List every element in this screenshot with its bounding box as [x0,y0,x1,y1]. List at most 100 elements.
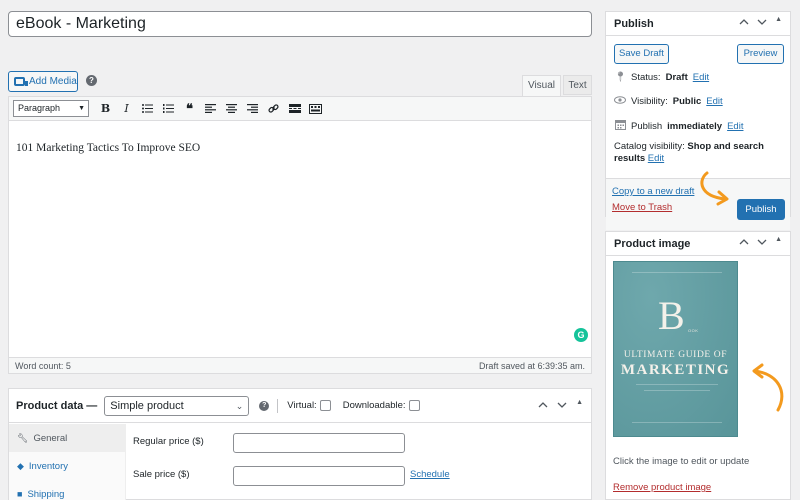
downloadable-label: Downloadable: [342,400,406,411]
status-label: Status: [631,72,661,83]
edit-status-link[interactable]: Edit [693,72,709,83]
publish-date-value: immediately [667,120,723,132]
chevron-down-icon: ⌄ [235,400,244,411]
tab-general[interactable]: 🔧︎ General [9,424,125,452]
downloadable-checkbox[interactable] [408,400,420,411]
preview-button[interactable]: Preview [737,44,784,64]
publish-box-header: Publish ▲ [606,12,790,36]
collapse-toggle-icon[interactable]: ▲ [775,16,782,27]
chevron-up-icon[interactable] [538,400,548,411]
collapse-toggle-icon[interactable]: ▲ [576,399,583,411]
calendar-icon [614,119,626,133]
draft-saved-status: Draft saved at 6:39:35 am. [478,360,585,371]
help-icon[interactable]: ? [86,75,97,86]
chevron-up-icon[interactable] [739,237,749,247]
cover-title-line1: ULTIMATE GUIDE OF [623,350,728,360]
product-data-title: Product data — [16,399,98,412]
move-to-trash-link[interactable]: Move to Trash [612,202,672,213]
help-icon[interactable]: ? [259,400,270,411]
virtual-checkbox[interactable] [319,400,331,411]
annotation-arrow-icon [700,171,729,206]
chevron-down-icon[interactable] [757,17,767,27]
add-media-button[interactable]: Add Media [8,71,78,92]
cover-small-text: OOK [688,328,699,333]
tab-text[interactable]: Text [563,75,592,95]
chevron-down-icon[interactable] [757,237,767,247]
status-row: 📍︎ Status: Draft Edit [614,72,709,83]
save-draft-button[interactable]: Save Draft [614,44,669,64]
bold-icon[interactable]: B [95,100,116,118]
chevron-up-icon[interactable] [739,17,749,27]
product-type-value: Simple product [110,399,184,412]
add-media-label: Add Media [29,76,77,87]
blockquote-icon[interactable]: ❝ [179,100,200,118]
wrench-icon: 🔧︎ [17,432,29,443]
publish-button[interactable]: Publish [737,199,785,220]
publish-box-title: Publish [614,17,654,30]
product-data-header: Product data — Simple product ⌄ ? Virtua… [9,389,591,423]
tab-shipping[interactable]: ■ Shipping [9,480,125,500]
edit-catalog-visibility-link[interactable]: Edit [648,153,664,164]
link-icon[interactable] [263,100,284,118]
cover-letter: B [658,293,685,338]
align-center-icon[interactable] [221,100,242,118]
virtual-label: Virtual: [287,400,317,411]
format-select-value: Paragraph [18,103,61,113]
tab-inventory[interactable]: ◆ Inventory [9,452,125,480]
sale-price-label: Sale price ($) [133,469,190,480]
product-image-title: Product image [614,237,691,250]
bullet-list-icon[interactable] [137,100,158,118]
product-type-select[interactable]: Simple product ⌄ [104,395,250,416]
cover-title-line2: MARKETING [620,362,731,378]
inventory-icon: ◆ [17,460,24,471]
product-data-panel: Product data — Simple product ⌄ ? Virtua… [8,388,592,500]
editor-toolbar: Paragraph ▼ B I ❝ [9,97,591,121]
regular-price-label: Regular price ($) [133,436,204,447]
italic-icon[interactable]: I [116,100,137,118]
editor-status-bar: Word count: 5 Draft saved at 6:39:35 am. [9,357,591,373]
product-data-tabs: 🔧︎ General ◆ Inventory ■ Shipping [9,424,126,500]
visibility-value: Public [672,96,702,107]
truck-icon: ■ [17,489,23,499]
content-editor: Paragraph ▼ B I ❝ 101 Marketing Tactics … [8,96,592,374]
pin-icon: 📍︎ [614,72,627,83]
media-icon [14,77,28,86]
tab-visual[interactable]: Visual [522,75,561,96]
eye-icon [614,96,626,107]
catalog-visibility-label: Catalog visibility: [614,141,685,152]
tab-shipping-label: Shipping [27,488,65,500]
collapse-toggle-icon[interactable]: ▲ [775,236,782,247]
word-count: Word count: 5 [15,360,71,371]
regular-price-input[interactable] [233,433,405,453]
tab-inventory-label: Inventory [28,460,68,472]
align-left-icon[interactable] [200,100,221,118]
status-value: Draft [665,72,688,83]
edit-publish-date-link[interactable]: Edit [727,121,743,132]
caret-down-icon: ▼ [78,105,85,112]
visibility-row: Visibility: Public Edit [614,96,723,107]
tab-general-label: General [33,432,68,444]
edit-visibility-link[interactable]: Edit [706,96,722,107]
product-image-header: Product image ▲ [606,232,790,256]
numbered-list-icon[interactable] [158,100,179,118]
grammarly-icon[interactable]: G [574,328,588,342]
divider [277,398,279,413]
align-right-icon[interactable] [242,100,263,118]
format-select[interactable]: Paragraph ▼ [13,100,89,117]
catalog-visibility-row: Catalog visibility: Shop and search resu… [614,141,786,165]
sale-price-input[interactable] [233,466,405,486]
copy-to-draft-link[interactable]: Copy to a new draft [612,186,694,197]
read-more-icon[interactable] [284,100,305,118]
editor-content[interactable]: 101 Marketing Tactics To Improve SEO [16,142,200,154]
chevron-down-icon[interactable] [557,400,567,411]
product-image-thumbnail[interactable]: B OOK ULTIMATE GUIDE OF MARKETING [613,261,738,437]
toolbar-toggle-icon[interactable] [305,100,326,118]
annotation-arrow-icon [752,363,784,412]
publish-date-row: Publish immediately Edit [614,119,743,133]
remove-product-image-link[interactable]: Remove product image [613,482,711,493]
product-image-hint: Click the image to edit or update [613,456,750,467]
post-title-input[interactable]: eBook - Marketing [8,11,592,37]
schedule-link[interactable]: Schedule [410,469,450,480]
publish-date-label: Publish [631,120,663,132]
visibility-label: Visibility: [631,96,668,107]
